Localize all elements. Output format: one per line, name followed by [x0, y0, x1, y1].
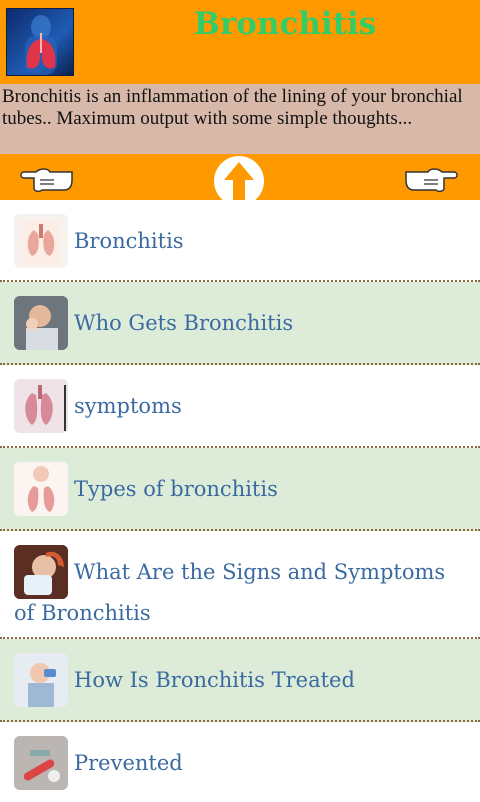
- list-item[interactable]: Bronchitis: [0, 200, 480, 282]
- respiratory-diagram-thumbnail: [14, 379, 68, 433]
- app-description: Bronchitis is an inflammation of the lin…: [0, 84, 480, 154]
- list-item-label: How Is Bronchitis Treated: [74, 668, 355, 692]
- list-item[interactable]: Types of bronchitis: [0, 448, 480, 531]
- list-item-label: Bronchitis: [74, 229, 184, 253]
- lungs-diagram-thumbnail: [14, 214, 68, 268]
- medical-supplies-thumbnail: [14, 736, 68, 790]
- topic-list: Bronchitis Who Gets Bronchitis symptoms: [0, 200, 480, 800]
- list-item-label: Who Gets Bronchitis: [74, 311, 294, 335]
- list-item[interactable]: symptoms: [0, 365, 480, 448]
- list-item[interactable]: Who Gets Bronchitis: [0, 282, 480, 365]
- list-item[interactable]: Prevented: [0, 722, 480, 802]
- up-arrow-button[interactable]: [214, 156, 264, 206]
- list-item-label: Prevented: [74, 751, 183, 775]
- up-arrow-icon: [224, 162, 254, 200]
- list-item[interactable]: What Are the Signs and Symptoms of Bronc…: [0, 531, 480, 639]
- list-item-label: Types of bronchitis: [74, 477, 278, 501]
- inhaler-thumbnail: [14, 653, 68, 707]
- list-item[interactable]: How Is Bronchitis Treated: [0, 639, 480, 722]
- list-item-label: What Are the Signs and Symptoms of Bronc…: [14, 560, 446, 625]
- pointing-hand-right-icon[interactable]: [404, 166, 458, 194]
- list-item-label: symptoms: [74, 394, 182, 418]
- anatomy-thumbnail: [14, 462, 68, 516]
- app-header: Bronchitis: [0, 0, 480, 84]
- coughing-man-thumbnail: [14, 296, 68, 350]
- lungs-logo-icon: [6, 8, 74, 76]
- pointing-hand-left-icon[interactable]: [20, 166, 74, 194]
- app-title: Bronchitis: [193, 6, 377, 42]
